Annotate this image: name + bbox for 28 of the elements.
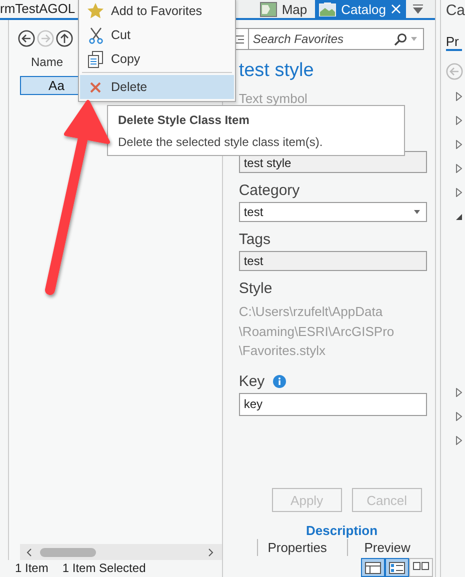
style-path: C:\Users\rzufelt\AppData [238, 303, 384, 321]
field-label: Category [238, 182, 301, 199]
menu-item[interactable]: Copy [80, 47, 234, 71]
field-label: Style [238, 280, 274, 297]
view-tab[interactable]: Properties [256, 539, 337, 556]
menu-item[interactable]: Add to Favorites [80, 0, 234, 23]
pane-title: Ca [446, 2, 465, 19]
tags-field[interactable]: test [238, 251, 427, 271]
item-title: test style [238, 60, 315, 82]
view-tab[interactable]: Description [256, 522, 427, 539]
status-text: 1 Item [15, 561, 48, 577]
tab[interactable]: Pr [446, 34, 462, 51]
field-label: Key [238, 372, 265, 390]
menu-item[interactable]: Cut [80, 23, 234, 47]
tooltip-text: Delete the selected style class item(s). [118, 135, 324, 149]
field-label: Tags [238, 231, 272, 248]
tab[interactable]: Catalog [315, 0, 406, 18]
item-type: Text symbol [238, 91, 308, 106]
pane-title[interactable]: rmTestAGOL [0, 1, 76, 16]
tooltip-title: Delete Style Class Item [118, 113, 250, 127]
tab[interactable]: Map [256, 0, 312, 18]
menu-item[interactable]: Delete [80, 75, 234, 99]
style-path: \Favorites.stylx [238, 342, 326, 360]
key-field[interactable]: key [238, 392, 427, 416]
category-dropdown[interactable]: test [238, 202, 427, 222]
status-text: 1 Item Selected [62, 561, 146, 577]
style-path: \Roaming\ESRI\ArcGISPro [238, 322, 396, 341]
view-tab[interactable]: Preview [346, 539, 427, 556]
